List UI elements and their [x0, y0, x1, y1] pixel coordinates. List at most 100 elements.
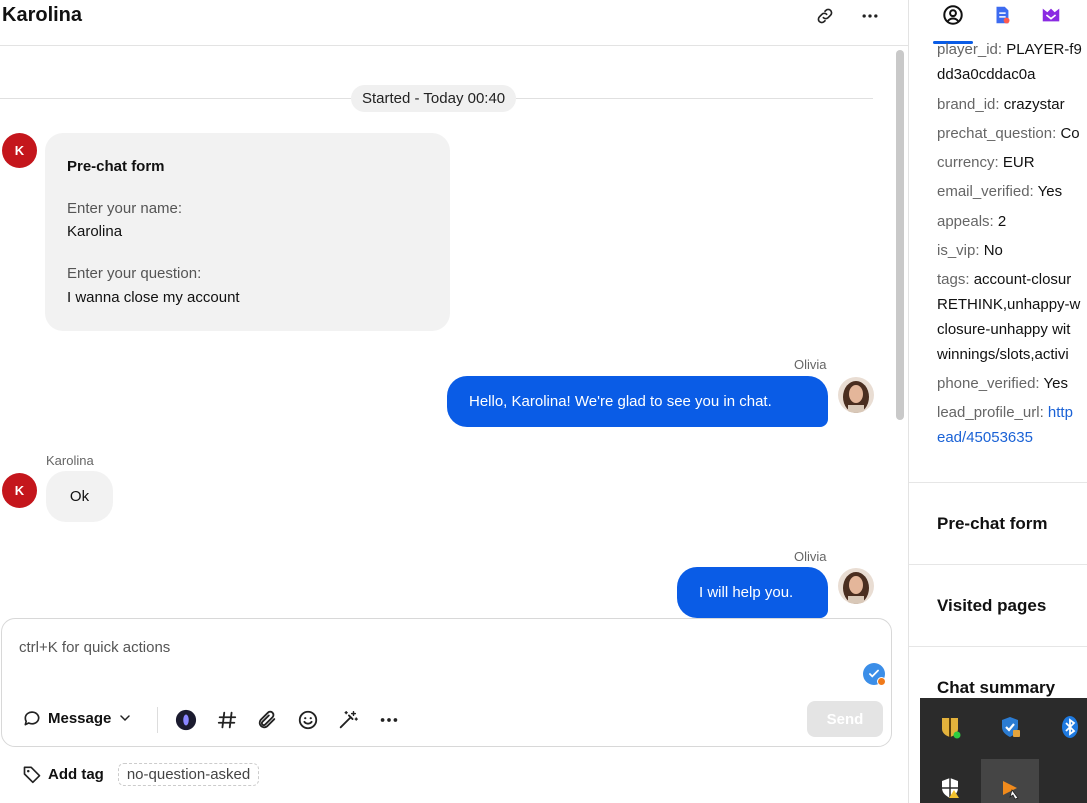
- message-bubble-outgoing[interactable]: I will help you.: [677, 567, 828, 618]
- attach-button[interactable]: [254, 707, 280, 733]
- message-mode-dropdown[interactable]: Message: [22, 708, 133, 728]
- attr-key: prechat_question:: [937, 125, 1057, 142]
- tab-customer-info[interactable]: [938, 2, 968, 28]
- notification-dot: [877, 677, 886, 686]
- system-tray-popup: [920, 698, 1087, 803]
- attr-phone-verified: phone_verified: Yes: [937, 371, 1068, 396]
- sender-name: Karolina: [46, 453, 94, 468]
- attr-key: tags:: [937, 271, 970, 288]
- magic-wand-icon: [339, 711, 358, 729]
- tray-defender[interactable]: [998, 715, 1022, 739]
- attr-value: No: [983, 242, 1003, 259]
- magic-wand-button[interactable]: [335, 707, 361, 733]
- attr-key: appeals:: [937, 213, 994, 230]
- attr-key: email_verified:: [937, 183, 1034, 200]
- more-tools-button[interactable]: [376, 707, 402, 733]
- message-list[interactable]: Started - Today 00:40 K Pre-chat form En…: [0, 47, 908, 618]
- attr-value: PLAYER-f9: [1006, 41, 1082, 58]
- link-icon: [817, 8, 833, 24]
- lead-profile-link-cont[interactable]: ead/45053635: [937, 425, 1033, 450]
- attr-value: Yes: [1037, 183, 1063, 200]
- document-icon: [996, 6, 1010, 24]
- customer-avatar: K: [2, 473, 37, 508]
- attr-key: phone_verified:: [937, 375, 1040, 392]
- tag-icon: [23, 766, 41, 784]
- ai-assistant-button[interactable]: [173, 707, 199, 733]
- emoji-icon: [298, 710, 318, 730]
- status-check-badge: [863, 663, 886, 686]
- agent-avatar: [838, 568, 874, 604]
- paperclip-icon: [258, 710, 276, 729]
- shield-app-icon: [942, 718, 961, 739]
- more-horizontal-icon: [380, 718, 398, 722]
- tray-security-app[interactable]: [938, 715, 962, 739]
- composer-input[interactable]: ctrl+K for quick actions: [19, 639, 170, 656]
- attr-email-verified: email_verified: Yes: [937, 179, 1062, 204]
- message-composer[interactable]: ctrl+K for quick actions Message Send: [1, 618, 892, 747]
- copy-link-button[interactable]: [813, 4, 837, 28]
- agent-photo-icon: [838, 568, 874, 604]
- tags-row: Add tag no-question-asked: [22, 760, 260, 788]
- attr-key: is_vip:: [937, 242, 980, 259]
- media-app-icon: [1003, 781, 1019, 800]
- attr-value: Yes: [1043, 375, 1068, 392]
- attr-tags-line-3: closure-unhappy wit: [937, 321, 1071, 338]
- hashtag-button[interactable]: [214, 707, 240, 733]
- attr-value: 2: [997, 213, 1007, 230]
- attr-tags-line-4: winnings/slots,activi: [937, 346, 1069, 363]
- sender-name: Olivia: [794, 549, 827, 564]
- speech-bubble-icon: [24, 711, 40, 726]
- attr-value: account-closur: [973, 271, 1072, 288]
- customer-avatar: K: [2, 133, 37, 168]
- name-label: Enter your name:: [67, 200, 183, 217]
- attr-key: player_id:: [937, 41, 1003, 58]
- ai-assistant-icon: [175, 709, 197, 731]
- message-bubble-incoming[interactable]: Ok: [46, 471, 113, 522]
- attr-tags: tags: account-closur: [937, 267, 1071, 292]
- tab-mail[interactable]: [1036, 2, 1066, 28]
- started-label: Started - Today 00:40: [351, 85, 517, 112]
- attr-prechat-question: prechat_question: Co: [937, 121, 1080, 146]
- toolbar-separator: [157, 707, 158, 733]
- lead-profile-link[interactable]: http: [1048, 404, 1073, 421]
- message-bubble-outgoing[interactable]: Hello, Karolina! We're glad to see you i…: [447, 376, 828, 427]
- section-visited-pages[interactable]: Visited pages: [909, 564, 1087, 646]
- attr-brand-id: brand_id: crazystar: [937, 92, 1065, 117]
- windows-security-icon: [942, 778, 959, 798]
- question-label: Enter your question:: [67, 265, 202, 282]
- agent-photo-icon: [838, 377, 874, 413]
- attr-is-vip: is_vip: No: [937, 238, 1003, 263]
- attr-value: crazystar: [1003, 96, 1065, 113]
- more-options-button[interactable]: [858, 4, 882, 28]
- name-value: Karolina: [67, 223, 123, 240]
- add-tag-button[interactable]: Add tag: [22, 764, 104, 784]
- attr-key: brand_id:: [937, 96, 1000, 113]
- attr-player-id-cont: dd3a0cddac0a: [937, 66, 1036, 83]
- app-root: Karolina Started - Today 00:40 K Pre-cha…: [0, 0, 1087, 803]
- message-mode-label: Message: [48, 709, 112, 727]
- defender-shield-icon: [1002, 717, 1020, 737]
- chat-title: Karolina: [2, 4, 83, 26]
- section-title: Pre-chat form: [937, 514, 1048, 533]
- attr-player-id: player_id: PLAYER-f9: [937, 37, 1082, 62]
- send-button[interactable]: Send: [807, 701, 883, 737]
- section-title: Chat summary: [937, 678, 1056, 697]
- chevron-down-icon: [120, 715, 131, 722]
- tray-windows-security[interactable]: [938, 776, 962, 800]
- add-tag-label: Add tag: [48, 765, 104, 783]
- prechat-form-card: Pre-chat form Enter your name: Karolina …: [45, 133, 450, 331]
- section-title: Visited pages: [937, 596, 1047, 615]
- bluetooth-icon: [1062, 716, 1078, 738]
- attr-value: EUR: [1002, 154, 1035, 171]
- tray-media-app[interactable]: [998, 776, 1022, 800]
- prechat-card-title: Pre-chat form: [67, 158, 165, 175]
- tray-bluetooth[interactable]: [1058, 715, 1082, 739]
- hashtag-icon: [217, 711, 237, 729]
- attr-tags-line-2: RETHINK,unhappy-w: [937, 296, 1081, 313]
- emoji-button[interactable]: [295, 707, 321, 733]
- message-scrollbar[interactable]: [896, 50, 904, 420]
- tag-chip[interactable]: no-question-asked: [117, 762, 260, 786]
- section-prechat-form[interactable]: Pre-chat form: [909, 482, 1087, 564]
- attr-value: Co: [1060, 125, 1080, 142]
- tab-document[interactable]: [987, 2, 1017, 28]
